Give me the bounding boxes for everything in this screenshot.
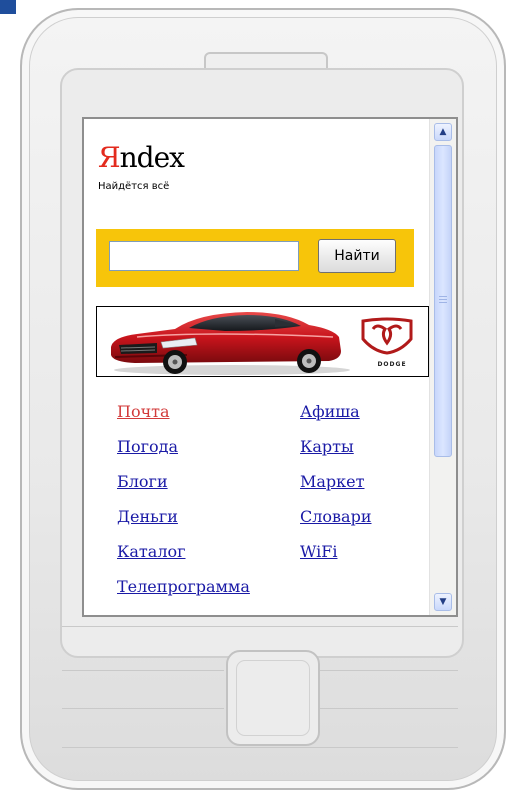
scroll-up-button[interactable]: ▲ (434, 123, 452, 141)
center-key-inner (236, 660, 310, 736)
link-pogoda[interactable]: Погода (117, 437, 178, 457)
search-button[interactable]: Найти (318, 239, 396, 273)
link-blogi[interactable]: Блоги (117, 472, 168, 492)
link-slovari[interactable]: Словари (300, 507, 372, 527)
link-dengi[interactable]: Деньги (117, 507, 178, 527)
corner-mark (0, 0, 16, 14)
link-pochta[interactable]: Почта (117, 402, 170, 422)
link-market[interactable]: Маркет (300, 472, 364, 492)
scroll-down-button[interactable]: ▼ (434, 593, 452, 611)
banner-brand-text: DODGE (377, 361, 407, 368)
logo-rest: ndex (119, 141, 185, 174)
stage: Яndex Найдётся всё Найти DODGE Почта Пог… (0, 0, 520, 796)
logo-tagline: Найдётся всё (98, 181, 170, 192)
ram-head-icon (361, 317, 413, 355)
link-afisha[interactable]: Афиша (300, 402, 360, 422)
scroll-thumb[interactable] (434, 145, 452, 457)
link-teleprogramma[interactable]: Телепрограмма (117, 577, 250, 597)
link-wifi[interactable]: WiFi (300, 542, 338, 562)
link-karty[interactable]: Карты (300, 437, 354, 457)
search-form: Найти (96, 229, 414, 287)
ad-banner[interactable]: DODGE (96, 306, 429, 377)
link-katalog[interactable]: Каталог (117, 542, 186, 562)
vertical-scrollbar[interactable]: ▲ ▼ (429, 119, 456, 615)
phone-screen: Яndex Найдётся всё Найти DODGE Почта Пог… (82, 117, 458, 617)
chevron-down-icon: ▼ (439, 597, 447, 607)
phone-center-key[interactable] (226, 650, 320, 746)
yandex-logo[interactable]: Яndex (98, 141, 185, 174)
logo-ya-letter: Я (98, 141, 121, 174)
page-content: Яndex Найдётся всё Найти DODGE Почта Пог… (84, 119, 430, 615)
search-input[interactable] (109, 241, 299, 271)
chevron-up-icon: ▲ (439, 127, 447, 137)
